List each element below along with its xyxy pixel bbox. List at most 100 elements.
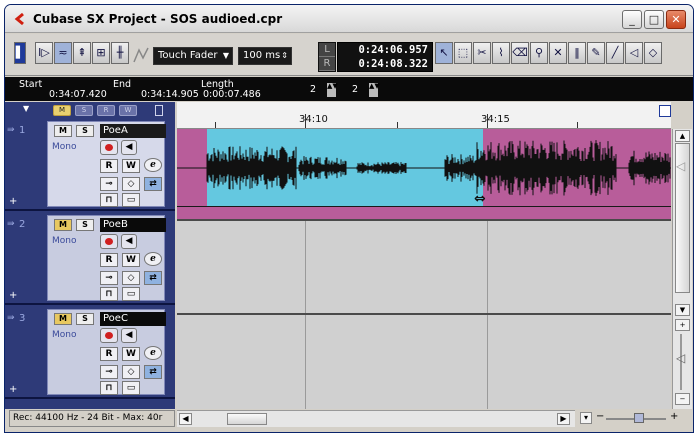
chevron-down-icon[interactable]: ▼: [23, 104, 29, 113]
erase-tool-icon[interactable]: ⌫: [511, 42, 529, 64]
monitor-speaker-icon[interactable]: ◀: [121, 328, 137, 343]
lanes-icon[interactable]: ▭: [122, 381, 140, 395]
mute-button[interactable]: M: [54, 125, 72, 137]
horizontal-zoom-control[interactable]: ▾ − +: [580, 411, 690, 426]
zoom-in-icon[interactable]: +: [670, 411, 678, 422]
solo-button[interactable]: S: [76, 125, 94, 137]
vertical-zoom-handle-icon[interactable]: ◁: [676, 351, 685, 365]
insert-bypass-icon[interactable]: ⊸: [100, 177, 118, 191]
infoline-field-a[interactable]: 2: [310, 84, 316, 95]
insert-bypass-icon[interactable]: ⊸: [100, 271, 118, 285]
object-selection-tool-icon[interactable]: ↖: [435, 42, 453, 64]
read-button[interactable]: R: [100, 347, 118, 361]
send-bypass-icon[interactable]: ⇄: [144, 177, 162, 191]
expand-automation-icon[interactable]: +: [9, 196, 17, 207]
track-row[interactable]: ⇛ 1 + M S PoeA Mono ◀ R W e ⊸ ◇ ⇄ ⊓ ▭: [5, 119, 175, 211]
zoom-out-icon[interactable]: −: [675, 393, 690, 405]
ruler-options-icon[interactable]: [659, 105, 671, 117]
edit-channel-button[interactable]: e: [144, 158, 162, 172]
event-display[interactable]: ⇔: [177, 129, 671, 409]
color-tool-icon[interactable]: ◇: [644, 42, 662, 64]
end-value[interactable]: 0:34:14.905: [141, 89, 199, 100]
play-tool-icon[interactable]: ◁: [625, 42, 643, 64]
length-value[interactable]: 0:00:07.486: [203, 89, 261, 100]
monitor-speaker-icon[interactable]: ◀: [121, 140, 137, 155]
write-button[interactable]: W: [122, 159, 140, 173]
show-overview-icon[interactable]: ⇞: [73, 42, 91, 64]
read-button[interactable]: R: [100, 253, 118, 267]
zoom-preset-chevron-icon[interactable]: ▾: [580, 412, 592, 424]
field-a-spin-icon[interactable]: ▲▼: [327, 83, 338, 97]
edit-channel-button[interactable]: e: [144, 346, 162, 360]
track-name[interactable]: PoeB: [100, 218, 166, 232]
lanes-icon[interactable]: ▭: [122, 287, 140, 301]
title-bar[interactable]: Cubase SX Project - SOS audioed.cpr _ □ …: [5, 5, 693, 33]
track-zoom-handle-icon[interactable]: ◁: [676, 159, 685, 173]
infoline-field-b[interactable]: 2: [352, 84, 358, 95]
locator-time-display[interactable]: 0:24:06.957 0:24:08.322: [337, 42, 433, 72]
insert-bypass-icon[interactable]: ⊸: [100, 365, 118, 379]
show-inspector-button[interactable]: ▌: [14, 42, 26, 64]
zoom-in-icon[interactable]: +: [675, 319, 690, 331]
write-button[interactable]: W: [122, 347, 140, 361]
scroll-right-icon[interactable]: ▶: [557, 413, 570, 425]
field-b-spin-icon[interactable]: ▲▼: [369, 83, 380, 97]
expand-automation-icon[interactable]: +: [9, 384, 17, 395]
time-warp-tool-icon[interactable]: ‖: [568, 42, 586, 64]
show-event-infoline-icon[interactable]: ≂: [54, 42, 72, 64]
edit-channel-button[interactable]: e: [144, 252, 162, 266]
record-enable-button[interactable]: [100, 234, 118, 249]
zoom-tool-icon[interactable]: ⚲: [530, 42, 548, 64]
horizontal-scroll-thumb[interactable]: [227, 413, 267, 425]
read-button[interactable]: R: [100, 159, 118, 173]
eq-bypass-icon[interactable]: ◇: [122, 271, 140, 285]
mute-button[interactable]: M: [54, 219, 72, 231]
mute-button[interactable]: M: [54, 313, 72, 325]
expand-automation-icon[interactable]: +: [9, 290, 17, 301]
constrain-delay-icon[interactable]: I▷: [35, 42, 53, 64]
start-value[interactable]: 0:34:07.420: [49, 89, 107, 100]
automation-mode-dropdown[interactable]: Touch Fader ▼: [153, 47, 233, 65]
vertical-scrollbar[interactable]: ▲ ◁ ▼ + ◁ −: [672, 129, 692, 409]
zoom-out-icon[interactable]: −: [596, 411, 604, 422]
global-read-button[interactable]: R: [97, 105, 115, 116]
scroll-left-icon[interactable]: ◀: [179, 413, 192, 425]
global-mute-button[interactable]: M: [53, 105, 71, 116]
mute-tool-icon[interactable]: ✕: [549, 42, 567, 64]
record-enable-button[interactable]: [100, 328, 118, 343]
eq-bypass-icon[interactable]: ◇: [122, 177, 140, 191]
zoom-slider-handle[interactable]: [634, 413, 644, 423]
send-bypass-icon[interactable]: ⇄: [144, 271, 162, 285]
lock-icon[interactable]: ⊓: [100, 381, 118, 395]
minimize-button[interactable]: _: [622, 10, 642, 29]
open-mixer-icon[interactable]: ╫: [111, 42, 129, 64]
close-button[interactable]: ✕: [666, 10, 686, 29]
horizontal-scrollbar[interactable]: ◀ ▶: [177, 410, 575, 427]
track-name[interactable]: PoeA: [100, 124, 166, 138]
line-tool-icon[interactable]: ╱: [606, 42, 624, 64]
range-selection-tool-icon[interactable]: ⬚: [454, 42, 472, 64]
eq-bypass-icon[interactable]: ◇: [122, 365, 140, 379]
lock-icon[interactable]: ⊓: [100, 193, 118, 207]
solo-button[interactable]: S: [76, 313, 94, 325]
global-write-button[interactable]: W: [119, 105, 137, 116]
open-pool-icon[interactable]: ⊞: [92, 42, 110, 64]
track-row[interactable]: ⇛ 2 + M S PoeB Mono ◀ R W e ⊸ ◇ ⇄ ⊓ ▭: [5, 213, 175, 305]
scroll-down-icon[interactable]: ▼: [675, 304, 690, 316]
track-height-icon[interactable]: [155, 105, 163, 116]
glue-tool-icon[interactable]: ⌇: [492, 42, 510, 64]
write-button[interactable]: W: [122, 253, 140, 267]
lanes-icon[interactable]: ▭: [122, 193, 140, 207]
draw-tool-icon[interactable]: ✎: [587, 42, 605, 64]
track-row[interactable]: ⇛ 3 + M S PoeC Mono ◀ R W e ⊸ ◇ ⇄ ⊓ ▭: [5, 307, 175, 399]
timeline-ruler[interactable]: 34:10 34:15: [177, 102, 671, 129]
monitor-speaker-icon[interactable]: ◀: [121, 234, 137, 249]
maximize-button[interactable]: □: [644, 10, 664, 29]
split-tool-icon[interactable]: ✂: [473, 42, 491, 64]
solo-button[interactable]: S: [76, 219, 94, 231]
lock-icon[interactable]: ⊓: [100, 287, 118, 301]
global-solo-button[interactable]: S: [75, 105, 93, 116]
record-enable-button[interactable]: [100, 140, 118, 155]
preroll-stepper[interactable]: 100 ms ⇕: [238, 47, 292, 65]
scroll-up-icon[interactable]: ▲: [675, 130, 690, 142]
